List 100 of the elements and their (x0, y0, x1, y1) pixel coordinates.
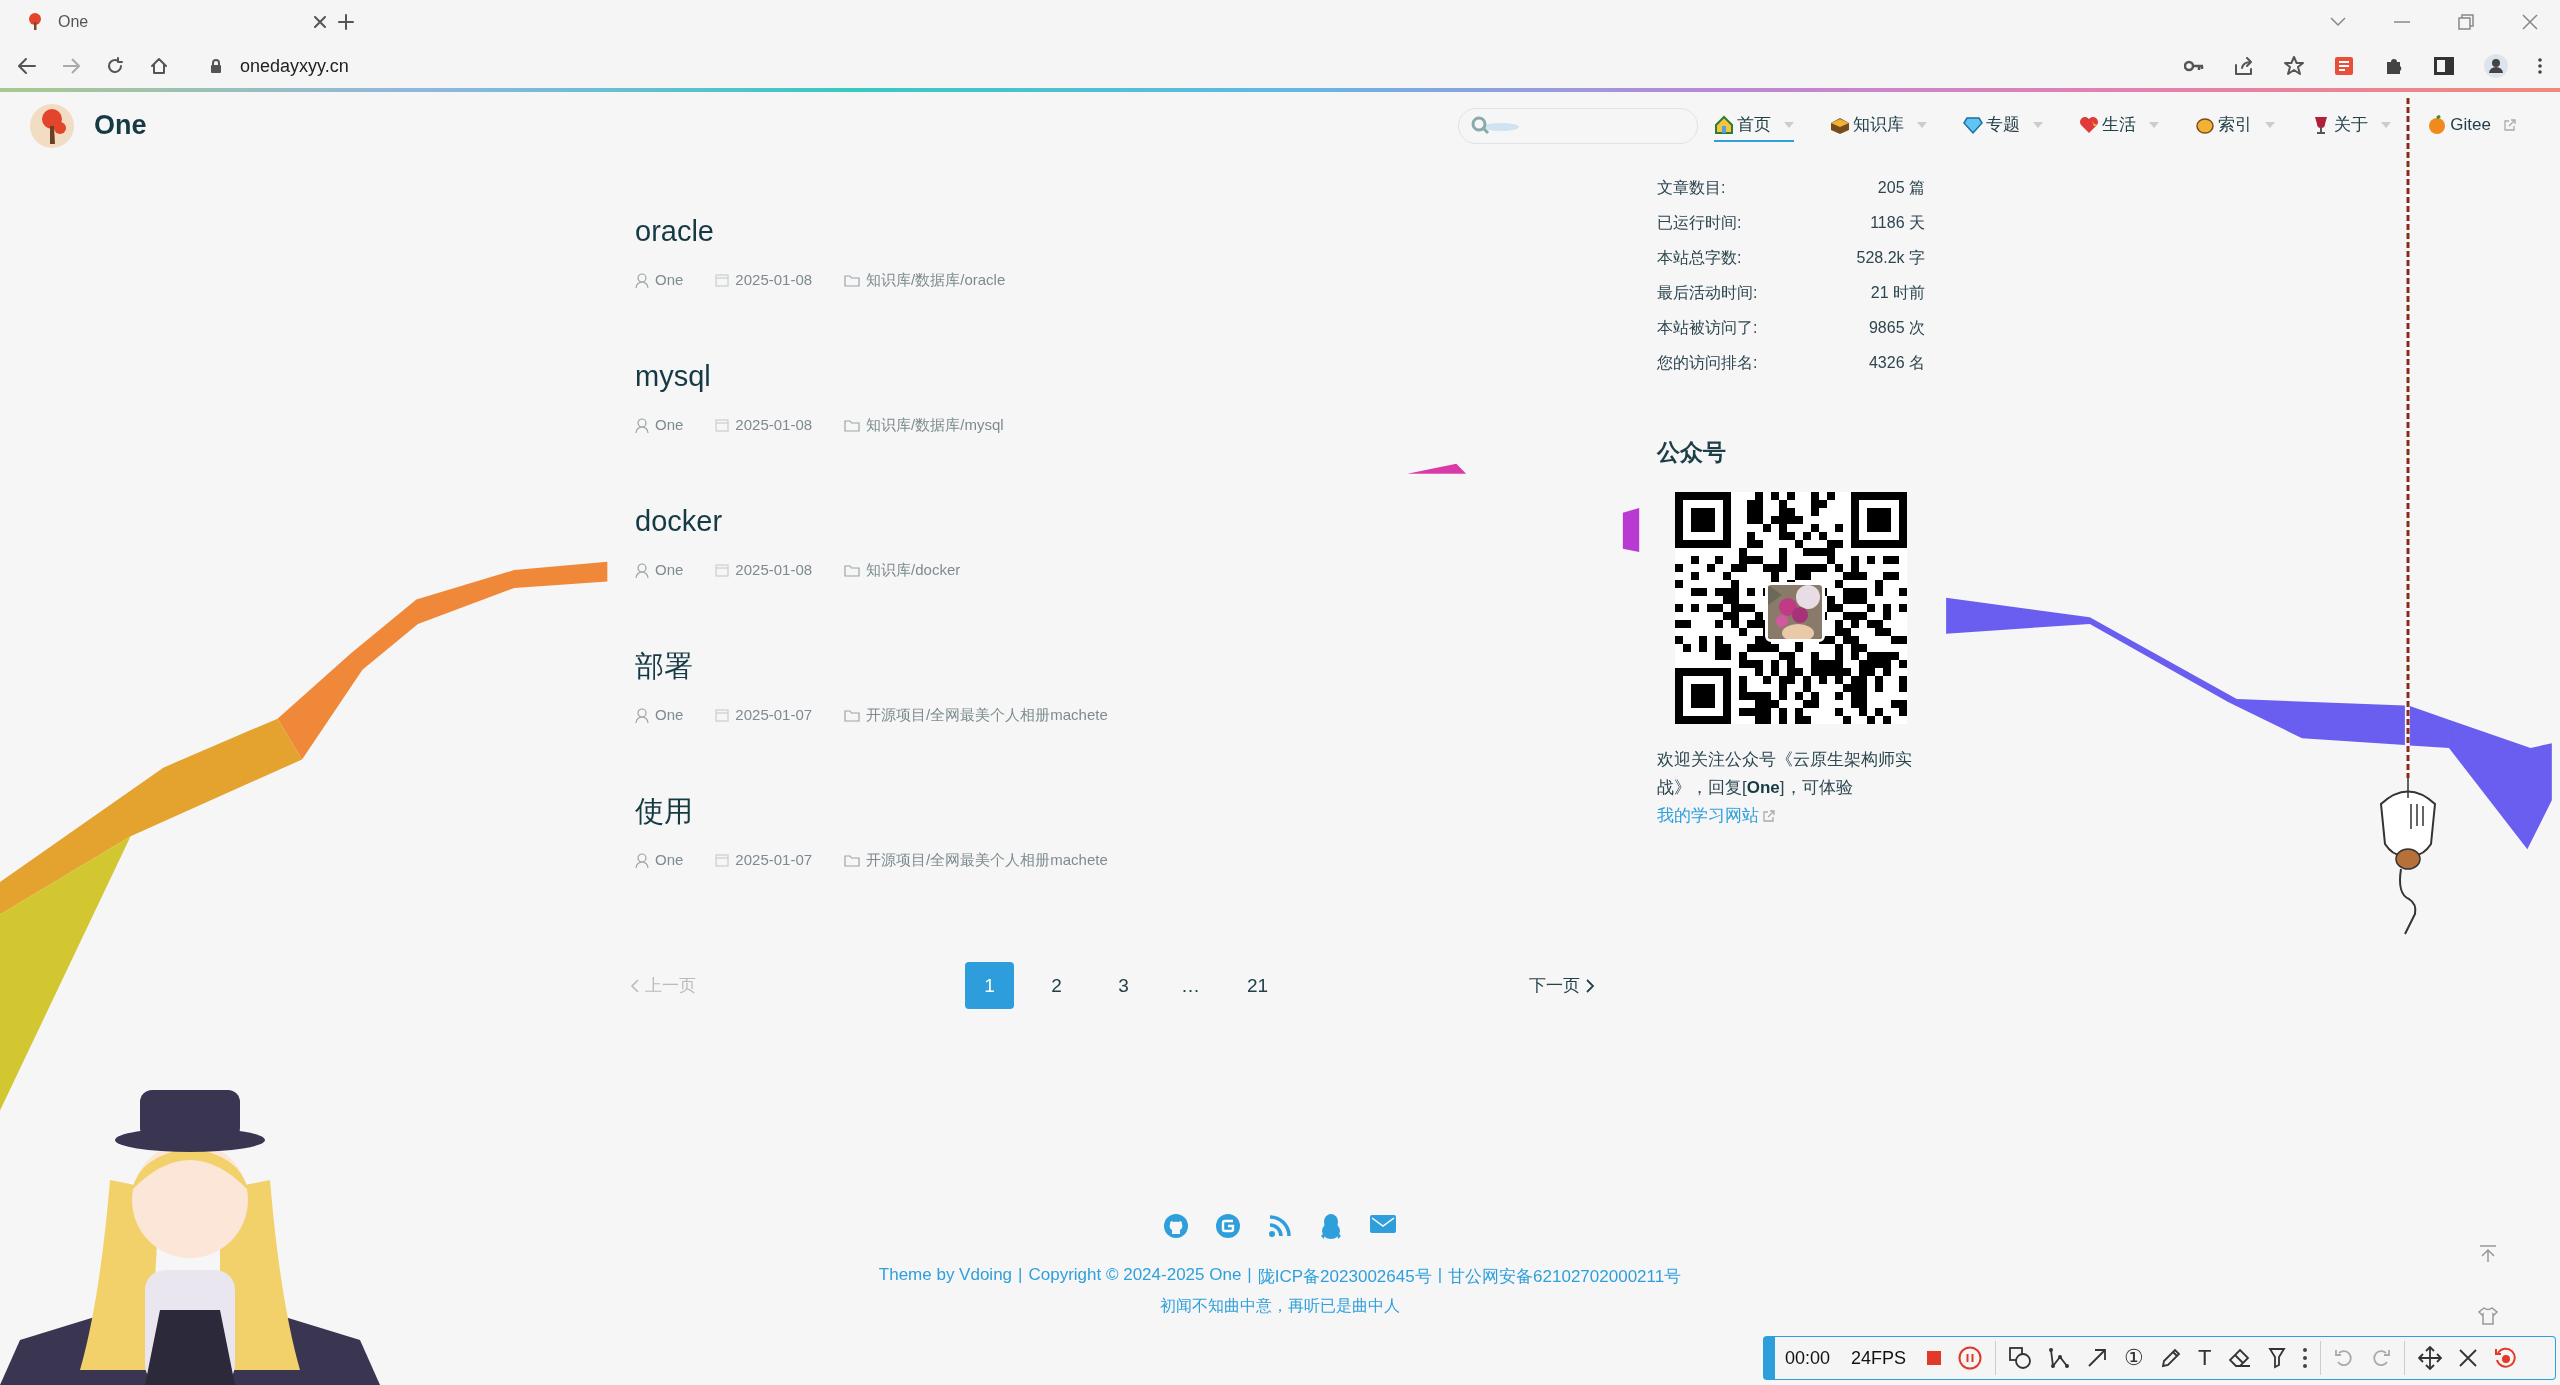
penguin-icon[interactable] (1320, 1214, 1342, 1240)
restore-icon[interactable] (2458, 14, 2474, 30)
post-date: 2025-01-08 (735, 270, 813, 290)
page-number[interactable]: 2 (1032, 962, 1081, 1009)
external-link-icon (1763, 810, 1775, 822)
back-to-top-icon[interactable] (2478, 1244, 2498, 1264)
site-title[interactable]: One (94, 110, 147, 141)
post-date: 2025-01-08 (735, 560, 813, 580)
stat-label: 文章数目: (1657, 178, 1726, 198)
post-title[interactable]: 部署 (635, 646, 693, 686)
browser-tab[interactable]: One (26, 13, 326, 31)
user-icon (635, 707, 649, 723)
post-title[interactable]: 使用 (635, 791, 693, 831)
key-icon[interactable] (2184, 60, 2204, 72)
footer-motto: 初闻不知曲中意，再听已是曲中人 (1160, 1296, 1400, 1316)
stat-value: 21 时前 (1870, 283, 1925, 303)
page-number[interactable]: 21 (1233, 962, 1282, 1009)
stat-label: 本站被访问了: (1657, 318, 1758, 338)
folder-icon (844, 708, 861, 722)
mail-icon[interactable] (1370, 1214, 1396, 1234)
stat-value: 205 篇 (1877, 178, 1925, 198)
nav-link[interactable]: 关于 (2311, 109, 2392, 142)
more-icon[interactable] (2302, 1348, 2307, 1368)
side-panel-icon[interactable] (2434, 57, 2454, 75)
close-icon[interactable] (2458, 1349, 2477, 1367)
lock-icon (210, 58, 222, 74)
url-field[interactable]: onedayxyy.cn (240, 55, 349, 77)
menu-icon[interactable] (2538, 58, 2542, 74)
rss-icon[interactable] (1268, 1214, 1292, 1238)
puzzle-icon[interactable] (2384, 56, 2404, 76)
shapes-icon[interactable] (2009, 1347, 2032, 1369)
calendar-icon (715, 418, 730, 432)
folder-icon (844, 563, 861, 577)
folder-icon (844, 853, 861, 867)
github-icon[interactable] (1164, 1214, 1188, 1238)
separator-text: | (1437, 1265, 1443, 1286)
post-title[interactable]: docker (635, 501, 723, 541)
note-extension-icon[interactable] (2334, 56, 2354, 76)
share-icon[interactable] (2234, 57, 2254, 75)
close-icon[interactable] (314, 16, 326, 28)
caret-icon (2033, 121, 2044, 128)
shirt-icon[interactable] (2478, 1306, 2498, 1326)
star-icon[interactable] (2284, 56, 2304, 76)
pagination-ellipsis: … (1180, 973, 1201, 998)
stat-label: 您的访问排名: (1657, 353, 1758, 373)
polyline-icon[interactable] (2048, 1347, 2071, 1369)
move-icon[interactable] (2417, 1346, 2442, 1370)
eraser-icon[interactable] (2228, 1348, 2251, 1368)
text-tool[interactable]: T (2198, 1347, 2212, 1369)
tree-logo-icon[interactable] (30, 103, 74, 148)
nav-link[interactable]: 专题 (1963, 109, 2044, 142)
reload-icon[interactable] (106, 57, 124, 75)
calendar-icon (715, 563, 730, 577)
nav-link[interactable]: 生活 (2079, 109, 2160, 142)
arrow-icon[interactable] (2087, 1348, 2108, 1368)
user-icon (635, 272, 649, 288)
user-icon (635, 562, 649, 578)
stat-value: 1186 天 (1870, 213, 1925, 233)
back-icon[interactable] (18, 58, 36, 74)
heart-icon (2079, 114, 2100, 135)
stat-value: 9865 次 (1868, 318, 1925, 338)
separator-text: | (1247, 1265, 1252, 1286)
pause-icon[interactable] (1958, 1346, 1983, 1370)
ribbon-drawing (1407, 463, 1467, 474)
chevron-left-icon (630, 978, 639, 993)
tree-icon (26, 13, 44, 31)
user-icon (635, 417, 649, 433)
post-title[interactable]: oracle (635, 211, 714, 251)
stop-icon[interactable] (1927, 1351, 1942, 1365)
chevron-down-icon[interactable] (2330, 17, 2346, 27)
next-page-link[interactable]: 下一页 (1529, 974, 1595, 997)
description-text: 欢迎关注公众号《云原生架构师实战》，回复[One]，可体验 我的学习网站 (1657, 746, 1925, 830)
external-link-icon (2504, 118, 2516, 131)
stat-label: 已运行时间: (1657, 213, 1742, 233)
user-icon (635, 852, 649, 868)
search-field[interactable] (1458, 107, 1699, 144)
search-icon (1471, 115, 1522, 136)
page-number[interactable]: 3 (1099, 962, 1148, 1009)
nav-link[interactable]: 知识库 (1830, 109, 1928, 142)
reset-record-icon[interactable] (2493, 1347, 2516, 1369)
profile-icon[interactable] (2484, 54, 2508, 78)
caret-icon (1917, 121, 1928, 128)
nav-link[interactable]: 首页 (1714, 109, 1795, 142)
number-tool[interactable]: ① (2124, 1347, 2145, 1369)
home-icon[interactable] (150, 57, 168, 75)
nav-link[interactable]: Gitee (2427, 110, 2516, 141)
calendar-icon (715, 853, 730, 867)
stat-value: 4326 名 (1868, 353, 1925, 373)
chevron-right-icon (1586, 978, 1595, 993)
post-title[interactable]: mysql (635, 356, 711, 396)
gitee-icon[interactable] (1216, 1214, 1240, 1238)
new-tab-icon[interactable] (338, 14, 354, 30)
caret-icon (2381, 121, 2392, 128)
frame-rate: 24FPS (1851, 1347, 1907, 1369)
pencil-icon[interactable] (2161, 1348, 2182, 1368)
post-date: 2025-01-07 (735, 705, 813, 725)
section-title: 公众号 (1657, 438, 1727, 467)
caret-icon (2149, 121, 2160, 128)
house-icon (1714, 114, 1735, 135)
nav-link[interactable]: 索引 (2195, 109, 2276, 142)
